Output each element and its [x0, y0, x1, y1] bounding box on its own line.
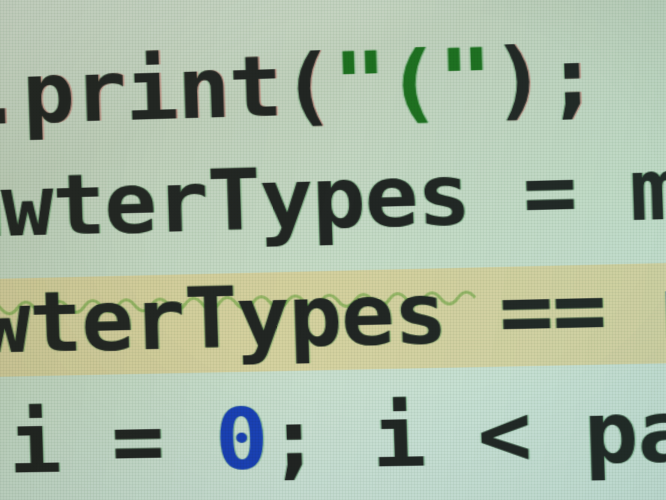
code-line-highlighted: wterTypes == null: [0, 258, 666, 382]
code-token: );: [490, 28, 600, 130]
code-token: =: [59, 392, 217, 492]
code-token: i: [7, 395, 61, 493]
code-token: ramwterTypes: [0, 146, 471, 260]
code-viewport: .print("("); ramwterTypes = m. wterTypes…: [0, 27, 666, 500]
code-token: [604, 260, 661, 360]
code-line: nt i = 0; i < par: [0, 386, 666, 489]
code-token: wterTypes: [0, 264, 501, 373]
code-line: .print("(");: [0, 27, 666, 139]
code-token: ; i < par: [266, 382, 666, 489]
code-token: .print(: [0, 36, 335, 144]
code-token-string: "(": [332, 31, 493, 134]
code-token: = m.: [468, 139, 666, 245]
code-token: ==: [498, 261, 608, 362]
code-line: ramwterTypes = m.: [0, 142, 666, 253]
code-token-number: 0: [214, 391, 269, 490]
